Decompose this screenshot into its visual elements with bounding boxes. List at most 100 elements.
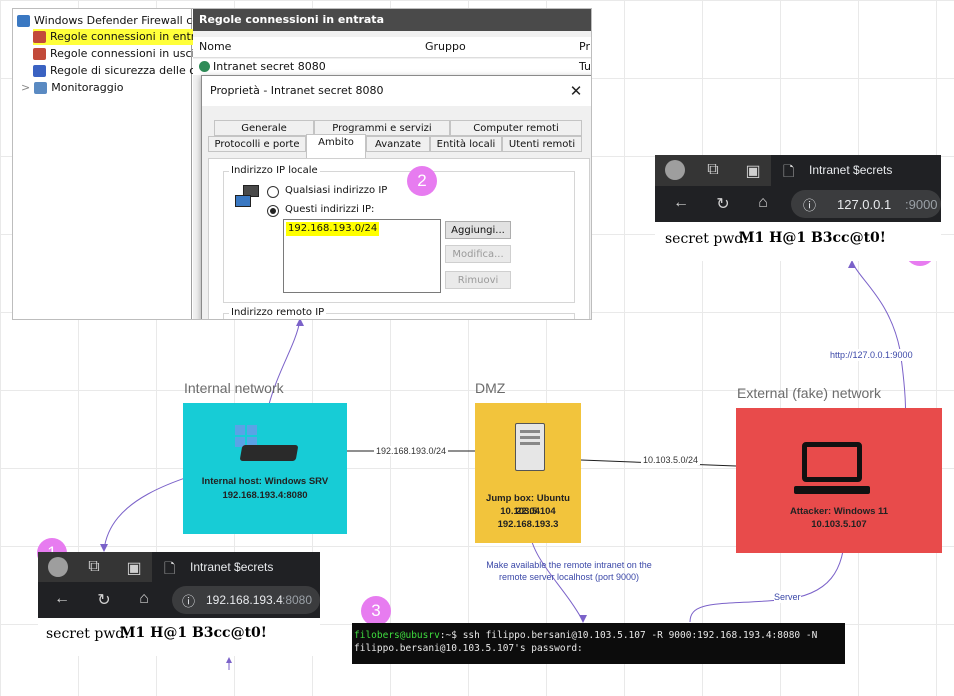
column-group[interactable]: Gruppo	[425, 37, 466, 57]
avatar[interactable]	[48, 557, 68, 577]
remote-ip-group-label: Indirizzo remoto IP	[229, 307, 327, 318]
column-name[interactable]: Nome	[199, 37, 231, 57]
page-icon: 🗋	[783, 163, 795, 179]
windows-logo-icon	[235, 425, 259, 447]
avatar[interactable]	[665, 160, 685, 180]
tab-remote-users[interactable]: Utenti remoti	[502, 136, 582, 152]
pane-title: Regole connessioni in entrata	[193, 9, 591, 31]
server-tower-icon	[515, 423, 545, 471]
rules-column-headers: Nome Gruppo Pr	[193, 37, 591, 58]
node-internal-address: 192.168.193.4:8080	[222, 490, 308, 501]
reload-icon[interactable]: ↻	[94, 590, 114, 610]
tab-remote-computers[interactable]: Computer remoti	[450, 120, 582, 136]
secret-value: M1 H@1 B3cc@t0!	[739, 230, 886, 246]
radio-these-ips-label: Questi indirizzi IP:	[285, 204, 375, 215]
step-badge-2: 2	[407, 166, 437, 196]
url-bar[interactable]: ⓘ 127.0.0.1 :9000	[791, 190, 941, 218]
rule-profile: Tu	[579, 60, 592, 73]
node-jump-box: Jump box: Ubuntu 22.04 10.103.5.104 192.…	[475, 403, 581, 543]
edge-label-dmz-external: 10.103.5.0/24	[641, 455, 701, 465]
chevron-right-icon: >	[21, 81, 31, 94]
column-profile[interactable]: Pr	[579, 37, 590, 57]
tab-scope[interactable]: Ambito	[306, 134, 366, 158]
node-attacker: Attacker: Windows 11 10.103.5.107	[736, 408, 942, 553]
browser-nav-bar: ← ↻ ⌂ ⓘ 192.168.193.4 :8080	[38, 582, 320, 618]
dmz-note: Make available the remote intranet on th…	[466, 559, 672, 583]
url-bar[interactable]: ⓘ 192.168.193.4 :8080	[172, 586, 320, 614]
zone-label-external: External (fake) network	[737, 385, 881, 401]
dialog-title: Proprietà - Intranet secret 8080	[202, 76, 591, 106]
monitoring-icon	[34, 82, 48, 94]
edge-label-internal-dmz: 192.168.193.0/24	[374, 446, 449, 456]
terminal-prompt: filobers@ubusrv	[354, 630, 440, 641]
info-icon: ⓘ	[182, 594, 196, 609]
radio-these-ips[interactable]	[267, 205, 279, 217]
tree-item-outbound-rules[interactable]: Regole connessioni in uscita	[33, 46, 206, 62]
tab-protocols[interactable]: Protocolli e porte	[208, 136, 306, 152]
network-computers-icon	[235, 185, 261, 207]
zone-label-dmz: DMZ	[475, 380, 506, 396]
url-host: 127.0.0.1	[837, 197, 892, 212]
terminal-command-line: filobers@ubusrv:~$ ssh filippo.bersani@1…	[354, 630, 817, 641]
secret-label: secret pwd:	[46, 626, 129, 642]
laptop-icon	[802, 442, 862, 482]
terminal-command: ssh filippo.bersani@10.103.5.107 -R 9000…	[456, 630, 818, 641]
properties-dialog: Proprietà - Intranet secret 8080 ✕ Gener…	[201, 75, 591, 319]
tree-item-security-rules[interactable]: Regole di sicurezza delle con	[33, 63, 209, 79]
node-jump-address-2: 192.168.193.3	[497, 519, 559, 530]
table-row[interactable]: Intranet secret 8080 Tu	[193, 59, 591, 75]
edge-label-http: http://127.0.0.1:9000	[830, 349, 913, 361]
firewall-window: Windows Defender Firewall con Regole con…	[12, 8, 592, 320]
firewall-icon	[17, 15, 30, 27]
security-rules-icon	[33, 65, 46, 77]
ip-address-list[interactable]: 192.168.193.0/24	[283, 219, 441, 293]
ip-list-entry[interactable]: 192.168.193.0/24	[286, 222, 380, 236]
radio-any-ip[interactable]	[267, 186, 279, 198]
terminal-password-prompt: filippo.bersani@10.103.5.107's password:	[354, 643, 583, 654]
page-content: secret pwd: M1 H@1 B3cc@t0!	[655, 222, 941, 261]
tree-item-monitoring[interactable]: > Monitoraggio	[21, 80, 124, 96]
tab-general[interactable]: Generale	[214, 120, 314, 136]
tab-groups-icon[interactable]: ⧉	[84, 558, 104, 576]
tree-item-firewall-root[interactable]: Windows Defender Firewall con	[17, 13, 206, 29]
browser-attacker: ⧉ ▣ 🗋 Intranet $ecrets ← ↻ ⌂ ⓘ 127.0.0.1…	[655, 155, 941, 261]
page-content: secret pwd: M1 H@1 B3cc@t0!	[38, 618, 320, 656]
terminal: filobers@ubusrv:~$ ssh filippo.bersani@1…	[352, 623, 845, 664]
browser-tab[interactable]: 🗋 Intranet $ecrets	[152, 552, 320, 582]
browser-tab[interactable]: 🗋 Intranet $ecrets	[771, 155, 941, 186]
back-icon[interactable]: ←	[671, 194, 691, 212]
node-attacker-name: Attacker: Windows 11	[789, 506, 889, 517]
browser-nav-bar: ← ↻ ⌂ ⓘ 127.0.0.1 :9000	[655, 186, 941, 222]
tab-groups-icon[interactable]: ⧉	[703, 161, 723, 179]
dmz-note-line-2: remote server localhost (port 9000)	[498, 572, 640, 582]
url-host: 192.168.193.4	[206, 593, 283, 607]
outbound-rules-icon	[33, 48, 46, 60]
browser-internal: ⧉ ▣ 🗋 Intranet $ecrets ← ↻ ⌂ ⓘ 192.168.1…	[38, 552, 320, 656]
tab-advanced[interactable]: Avanzate	[366, 136, 430, 152]
firewall-tree: Windows Defender Firewall con Regole con…	[13, 9, 214, 319]
reload-icon[interactable]: ↻	[713, 194, 733, 214]
tab-local-principals[interactable]: Entità locali	[430, 136, 502, 152]
tab-window-icon[interactable]: ▣	[124, 558, 144, 578]
remove-button[interactable]: Rimuovi	[445, 271, 511, 289]
node-internal-host: Internal host: Windows SRV 192.168.193.4…	[183, 403, 347, 534]
page-icon: 🗋	[164, 560, 176, 576]
server-icon	[239, 445, 299, 461]
tab-title: Intranet $ecrets	[190, 560, 274, 574]
home-icon[interactable]: ⌂	[753, 194, 773, 212]
info-icon: ⓘ	[803, 198, 817, 213]
browser-tab-bar: ⧉ ▣ 🗋 Intranet $ecrets	[38, 552, 320, 582]
allow-rule-icon	[199, 61, 210, 72]
rule-name: Intranet secret 8080	[213, 60, 326, 73]
local-ip-group-label: Indirizzo IP locale	[229, 165, 320, 176]
tree-item-inbound-rules[interactable]: Regole connessioni in entrata	[33, 29, 214, 45]
step-badge-3: 3	[361, 596, 391, 626]
back-icon[interactable]: ←	[52, 590, 72, 608]
edit-button[interactable]: Modifica...	[445, 245, 511, 263]
add-button[interactable]: Aggiungi...	[445, 221, 511, 239]
close-icon[interactable]: ✕	[566, 76, 586, 106]
tab-window-icon[interactable]: ▣	[743, 161, 763, 181]
dmz-note-line-1: Make available the remote intranet on th…	[486, 560, 652, 570]
tab-title: Intranet $ecrets	[809, 163, 893, 177]
home-icon[interactable]: ⌂	[134, 590, 154, 608]
